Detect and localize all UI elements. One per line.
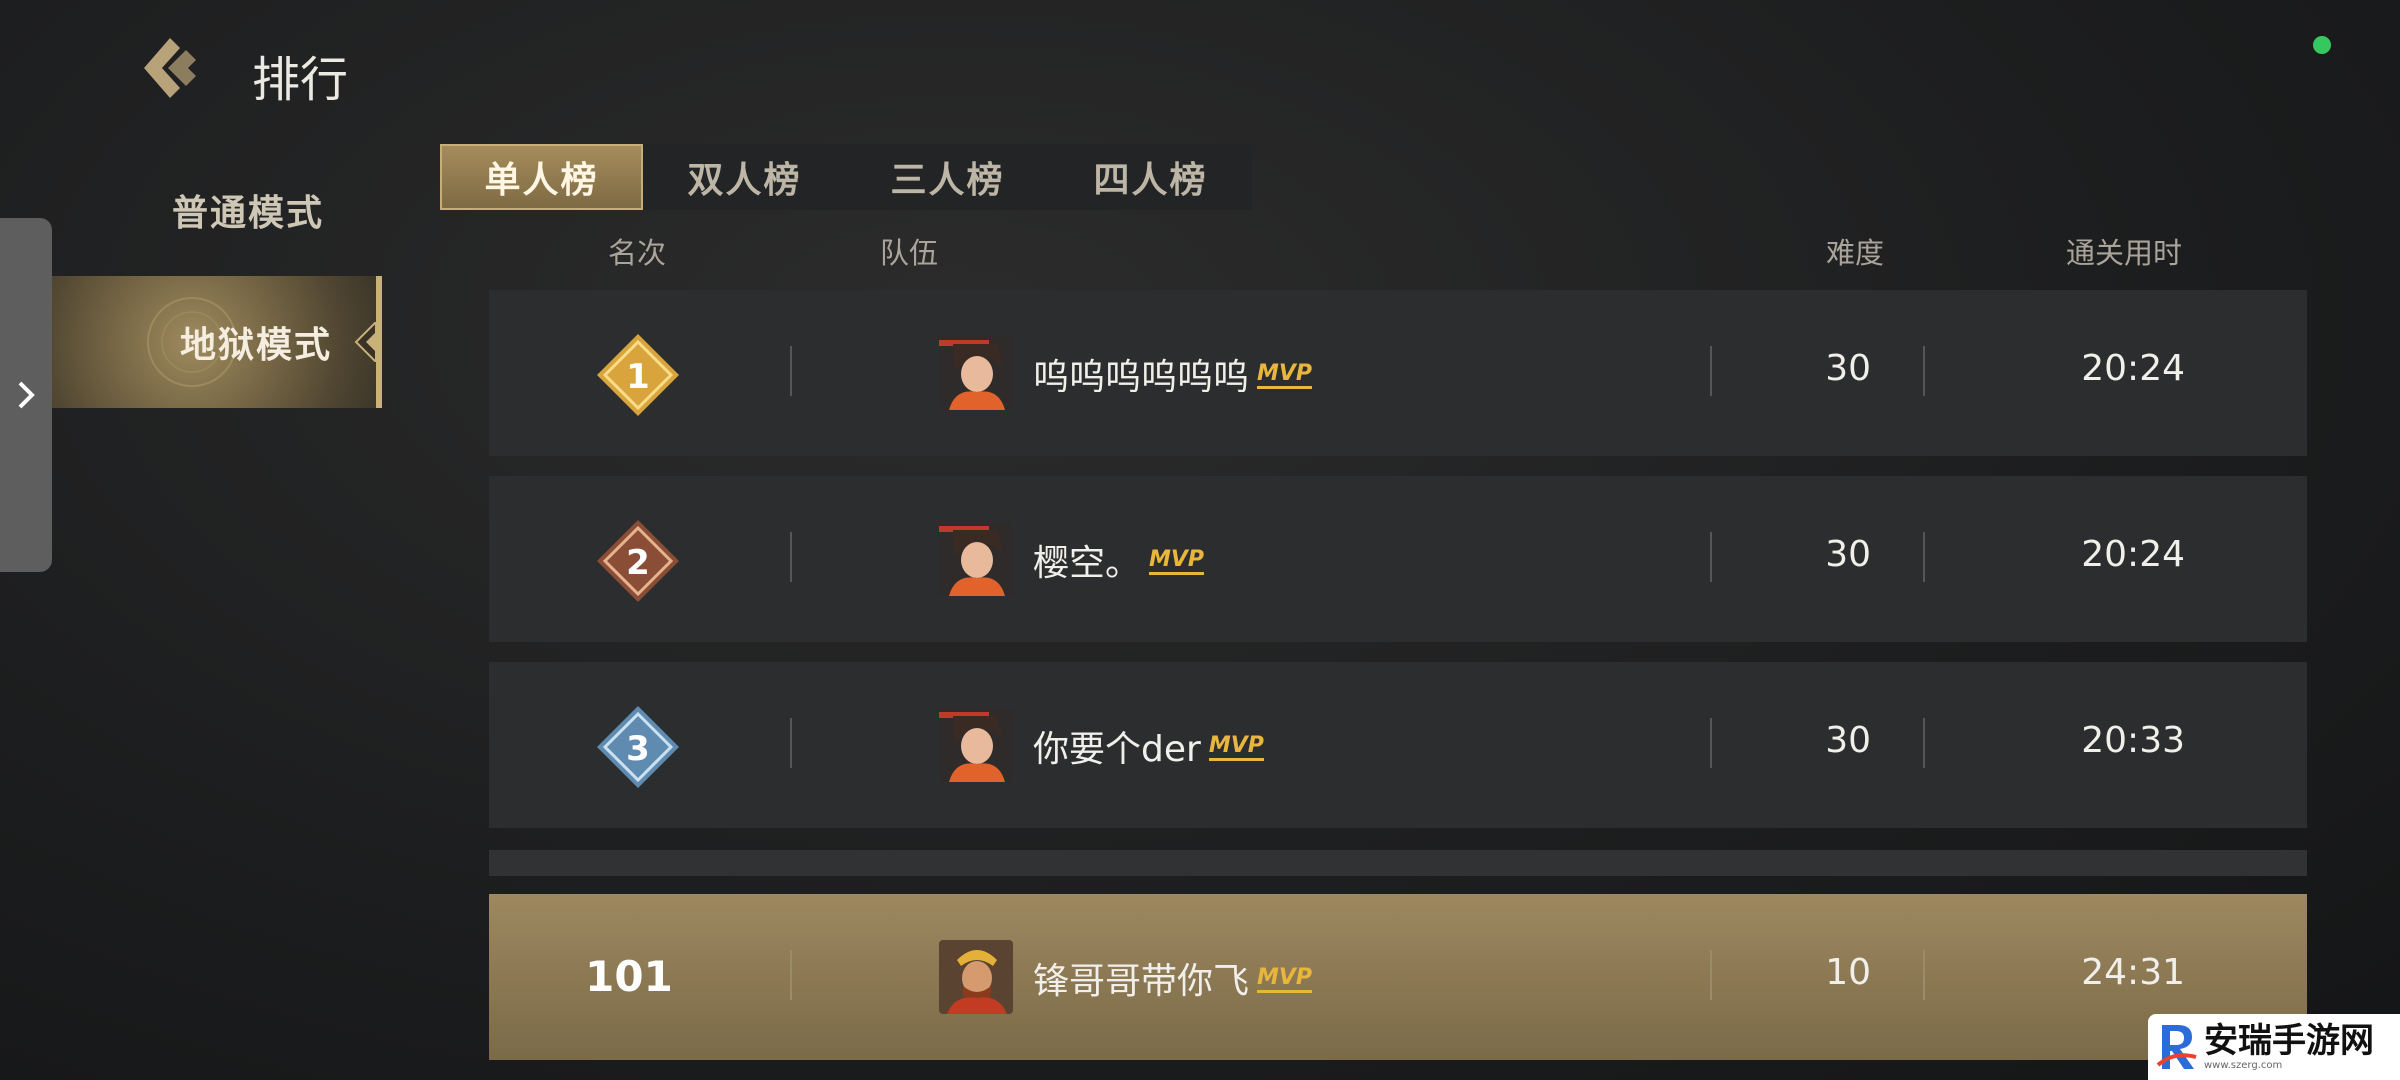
- side-drawer-handle[interactable]: [0, 218, 52, 572]
- tab-quad[interactable]: 四人榜: [1049, 144, 1252, 210]
- back-chevron-icon: [144, 38, 196, 98]
- player-name: 你要个der MVP: [1033, 729, 1264, 770]
- column-header-rank: 名次: [608, 236, 667, 270]
- difficulty-value: 30: [1825, 534, 1871, 575]
- my-rank-row[interactable]: 101 锋哥哥带你飞 MVP 10 24:31: [489, 894, 2307, 1060]
- avatar: [939, 336, 1013, 410]
- table-row[interactable]: 1 呜呜呜呜呜呜 MVP 30 20:24: [489, 290, 2307, 456]
- rank-badge-gold-icon: 1: [597, 334, 679, 416]
- watermark-title: 安瑞手游网: [2204, 1021, 2374, 1061]
- column-divider: [1710, 950, 1712, 1000]
- column-divider: [1710, 718, 1712, 768]
- clear-time-value: 24:31: [2081, 952, 2185, 993]
- clear-time-value: 20:33: [2081, 720, 2185, 761]
- column-divider: [1923, 532, 1925, 582]
- selected-accent-bar: [376, 276, 382, 408]
- column-divider: [790, 532, 792, 582]
- column-divider: [1710, 346, 1712, 396]
- chevron-right-icon: [18, 381, 35, 409]
- svg-text:2: 2: [626, 543, 650, 583]
- player-name: 樱空。 MVP: [1033, 543, 1205, 584]
- column-header-team: 队伍: [880, 236, 939, 270]
- watermark: 安瑞手游网 www.szerg.com: [2148, 1014, 2400, 1080]
- table-row[interactable]: 2 樱空。 MVP 30 20:24: [489, 476, 2307, 642]
- column-divider: [790, 718, 792, 768]
- page-title: 排行: [252, 52, 349, 108]
- selected-marker-icon: [354, 322, 376, 362]
- column-divider: [790, 346, 792, 396]
- player-name: 呜呜呜呜呜呜 MVP: [1033, 357, 1313, 398]
- rank-badge-bronze-icon: 2: [597, 520, 679, 602]
- rank-badge-silver-icon: 3: [597, 706, 679, 788]
- column-divider: [790, 950, 792, 1000]
- table-header: 名次 队伍 难度 通关用时: [0, 230, 2400, 270]
- difficulty-value: 30: [1825, 348, 1871, 389]
- column-divider: [1923, 346, 1925, 396]
- difficulty-value: 30: [1825, 720, 1871, 761]
- clear-time-value: 20:24: [2081, 534, 2185, 575]
- clear-time-value: 20:24: [2081, 348, 2185, 389]
- watermark-url: www.szerg.com: [2204, 1060, 2283, 1071]
- column-divider: [1923, 718, 1925, 768]
- column-divider: [1923, 950, 1925, 1000]
- mvp-badge: MVP: [1257, 361, 1313, 389]
- leaderboard-tabs: 单人榜 双人榜 三人榜 四人榜: [440, 144, 1252, 210]
- tab-solo[interactable]: 单人榜: [440, 144, 644, 210]
- mvp-badge: MVP: [1149, 547, 1205, 575]
- avatar: [939, 708, 1013, 782]
- site-logo-icon: [2156, 1025, 2197, 1069]
- avatar: [939, 522, 1013, 596]
- table-row[interactable]: 3 你要个der MVP 30 20:33: [489, 662, 2307, 828]
- mvp-badge: MVP: [1257, 965, 1313, 993]
- column-header-time: 通关用时: [2066, 236, 2183, 270]
- status-dot: [2313, 36, 2331, 54]
- tab-duo[interactable]: 双人榜: [643, 144, 846, 210]
- mode-item-hell[interactable]: 地狱模式: [52, 276, 382, 408]
- column-divider: [1710, 532, 1712, 582]
- mode-item-label: 地狱模式: [180, 325, 333, 366]
- column-header-difficulty: 难度: [1826, 236, 1885, 270]
- my-rank-number: 101: [585, 952, 673, 1001]
- player-name: 锋哥哥带你飞 MVP: [1033, 961, 1313, 1002]
- mode-item-label: 普通模式: [171, 193, 324, 234]
- avatar: [939, 940, 1013, 1014]
- difficulty-value: 10: [1825, 952, 1871, 993]
- table-row-partial: [489, 850, 2307, 876]
- mvp-badge: MVP: [1208, 733, 1264, 761]
- svg-text:3: 3: [626, 729, 650, 769]
- back-button[interactable]: [140, 36, 208, 100]
- tab-trio[interactable]: 三人榜: [846, 144, 1049, 210]
- svg-text:1: 1: [626, 357, 650, 397]
